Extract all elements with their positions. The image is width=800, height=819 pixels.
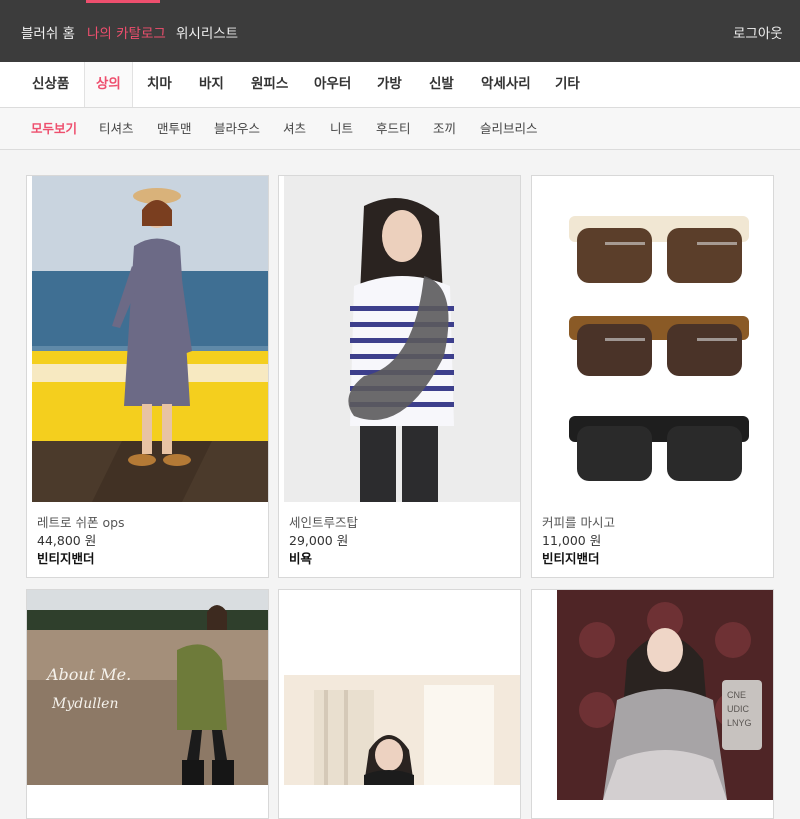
product-name: 레트로 쉬폰 ops [37,515,125,530]
svg-text:UDIC: UDIC [727,704,749,714]
sunglasses-photo[interactable] [537,176,773,502]
product-price: 44,800 원 [37,533,97,548]
svg-text:Mydullen: Mydullen [51,696,118,712]
nav-my-catalog-link[interactable]: 나의 카탈로그 [87,22,166,42]
product-name: 커피를 마시고 [542,515,615,530]
striped-top-model-photo[interactable] [284,176,520,502]
subcategory-knits[interactable]: 니트 [330,108,353,149]
subcategory-sleeveless[interactable]: 슬리브리스 [480,108,538,149]
subcategory-vests[interactable]: 조끼 [433,108,456,149]
subcategory-hoodies[interactable]: 후드티 [376,108,411,149]
khaki-coat-beach-photo[interactable]: About Me. Mydullen [27,590,268,785]
category-shoes[interactable]: 신발 [429,62,454,107]
category-bar: 신상품 상의 치마 바지 원피스 아우터 가방 신발 악세사리 기타 [0,62,800,108]
product-card[interactable]: CNE UDIC LNYG [531,589,774,819]
category-outerwear[interactable]: 아우터 [314,62,351,107]
woman-by-window-photo[interactable] [284,590,520,785]
subcategory-all[interactable]: 모두보기 [31,108,77,149]
nav-home-link[interactable]: 블러쉬 홈 [21,22,75,42]
category-etc[interactable]: 기타 [555,62,580,107]
subcategory-sweatshirts[interactable]: 맨투맨 [157,108,192,149]
product-name: 세인트루즈탑 [289,515,359,530]
category-bags[interactable]: 가방 [377,62,402,107]
nav-wishlist-link[interactable]: 위시리스트 [176,22,238,42]
product-card[interactable] [278,589,521,819]
product-info: 커피를 마시고 11,000 원 빈티지밴더 [532,502,773,568]
product-price: 29,000 원 [289,533,349,548]
category-pants[interactable]: 바지 [199,62,224,107]
logout-link[interactable]: 로그아웃 [733,22,783,42]
subcategory-tshirts[interactable]: 티셔츠 [99,108,134,149]
category-accessories[interactable]: 악세사리 [481,62,531,107]
subcategory-bar: 모두보기 티셔츠 맨투맨 블라우스 셔츠 니트 후드티 조끼 슬리브리스 [0,108,800,150]
svg-text:CNE: CNE [727,690,746,700]
category-new-arrivals[interactable]: 신상품 [32,62,69,107]
product-brand: 빈티지밴더 [37,551,95,566]
subcategory-blouses[interactable]: 블라우스 [214,108,260,149]
product-info: 레트로 쉬폰 ops 44,800 원 빈티지밴더 [27,502,268,568]
product-brand: 비욕 [289,551,313,566]
category-skirts[interactable]: 치마 [147,62,172,107]
product-card[interactable]: 커피를 마시고 11,000 원 빈티지밴더 [531,175,774,578]
product-card[interactable]: 세인트루즈탑 29,000 원 비욕 [278,175,521,578]
product-card[interactable]: About Me. Mydullen [26,589,269,819]
subcategory-shirts[interactable]: 셔츠 [283,108,306,149]
svg-text:About Me.: About Me. [45,665,131,684]
product-card[interactable]: 레트로 쉬폰 ops 44,800 원 빈티지밴더 [26,175,269,578]
top-navigation-bar: 블러쉬 홈 나의 카탈로그 위시리스트 로그아웃 [0,0,800,62]
product-brand: 빈티지밴더 [542,551,600,566]
knit-sweater-sofa-photo[interactable]: CNE UDIC LNYG [557,590,773,800]
svg-text:LNYG: LNYG [727,718,752,728]
category-dresses[interactable]: 원피스 [251,62,288,107]
product-info: 세인트루즈탑 29,000 원 비욕 [279,502,520,568]
product-price: 11,000 원 [542,533,602,548]
woman-by-seawall-photo[interactable] [32,176,268,502]
category-tops[interactable]: 상의 [84,62,133,107]
active-tab-indicator [86,0,160,3]
